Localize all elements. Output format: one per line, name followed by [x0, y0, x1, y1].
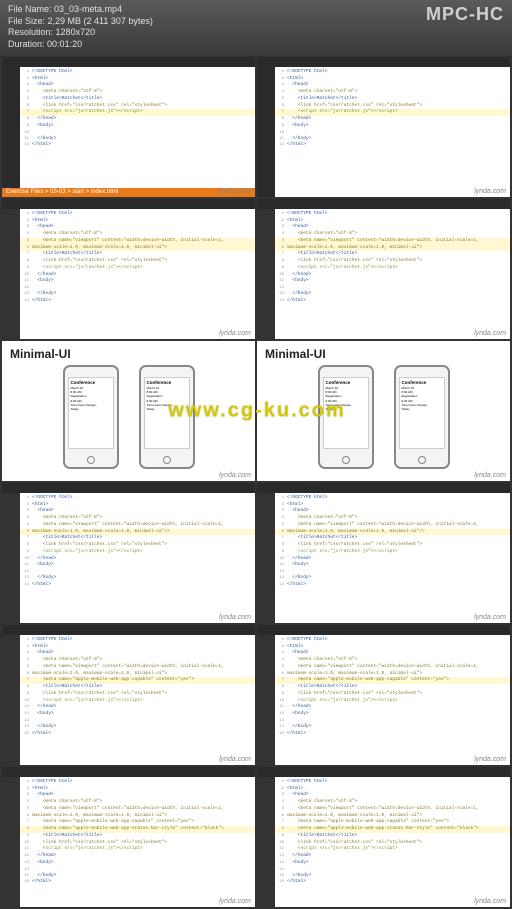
minimal-ui-title: Minimal-UI [10, 347, 247, 361]
phone-screen: Conference March 16 8:00 AM Registration… [68, 377, 114, 449]
phone-screen: Conference March 16 8:00 AM Registration… [399, 377, 445, 449]
logo-watermark: lynda.com [474, 756, 506, 763]
phone-mockup: Conference March 16 8:00 AM Registration… [139, 365, 195, 469]
logo-watermark: lynda.com [219, 614, 251, 621]
home-button-icon [418, 456, 426, 464]
file-name: 03_03-meta.mp4 [54, 4, 122, 14]
code-area: 1<!DOCTYPE html> 2<html> 3 <head> 4 <met… [20, 67, 255, 197]
editor-titlebar [2, 57, 255, 67]
editor-sidebar [2, 493, 20, 623]
editor-sidebar [2, 209, 20, 339]
phone-mockup: Conference March 16 8:00 AM Registration… [394, 365, 450, 469]
editor-sidebar [257, 493, 275, 623]
editor-titlebar [257, 625, 510, 635]
thumbnail-2[interactable]: 1<!DOCTYPE html> 2<html> 3 <head> 4 <met… [257, 57, 510, 197]
editor-sidebar [257, 635, 275, 765]
code-area: 1<!DOCTYPE html> 2<html> 3 <head> 4 <met… [275, 493, 510, 623]
logo-watermark: lynda.com [219, 472, 251, 479]
thumbnail-grid: 1<!DOCTYPE html> 2<html> 3 <head> 4 <met… [0, 55, 512, 909]
breadcrumb-bar: Exercise Files > 03-03 > start > index.h… [2, 188, 255, 197]
thumbnail-12[interactable]: 1<!DOCTYPE html> 2<html> 3 <head> 4 <met… [257, 767, 510, 907]
editor-sidebar [257, 209, 275, 339]
duration-label: Duration: [8, 39, 45, 49]
code-area: 1<!DOCTYPE html> 2<html> 3 <head> 4 <met… [275, 67, 510, 197]
editor-titlebar [257, 483, 510, 493]
phone-mockup: Conference March 16 8:00 AM Registration… [318, 365, 374, 469]
editor-titlebar [257, 57, 510, 67]
logo-watermark: lynda.com [474, 472, 506, 479]
editor-titlebar [2, 483, 255, 493]
minimal-ui-title: Minimal-UI [265, 347, 502, 361]
logo-watermark: lynda.com [219, 898, 251, 905]
resolution: 1280x720 [56, 27, 96, 37]
editor-sidebar [2, 67, 20, 197]
home-button-icon [87, 456, 95, 464]
code-area: 1<!DOCTYPE html> 2<html> 3 <head> 4 <met… [20, 635, 255, 765]
file-name-label: File Name: [8, 4, 52, 14]
thumbnail-11[interactable]: 1<!DOCTYPE html> 2<html> 3 <head> 4 <met… [2, 767, 255, 907]
phone-screen: Conference March 16 8:00 AM Registration… [323, 377, 369, 449]
logo-watermark: lynda.com [219, 756, 251, 763]
thumbnail-10[interactable]: 1<!DOCTYPE html> 2<html> 3 <head> 4 <met… [257, 625, 510, 765]
logo-watermark: lynda.com [474, 188, 506, 195]
editor-titlebar [2, 767, 255, 777]
logo-watermark: lynda.com [474, 614, 506, 621]
logo-watermark: lynda.com [474, 330, 506, 337]
editor-sidebar [2, 635, 20, 765]
home-button-icon [342, 456, 350, 464]
thumbnail-3[interactable]: 1<!DOCTYPE html> 2<html> 3 <head> 4 <met… [2, 199, 255, 339]
logo-watermark: lynda.com [219, 188, 251, 195]
logo-watermark: lynda.com [474, 898, 506, 905]
file-size: 2,29 MB (2 411 307 bytes) [48, 16, 153, 26]
code-area: 1<!DOCTYPE html> 2<html> 3 <head> 4 <met… [20, 493, 255, 623]
code-area: 1<!DOCTYPE html> 2<html> 3 <head> 4 <met… [20, 209, 255, 339]
file-size-label: File Size: [8, 16, 45, 26]
phone-screen: Conference March 16 8:00 AM Registration… [144, 377, 190, 449]
thumbnail-5[interactable]: Minimal-UI Conference March 16 8:00 AM R… [2, 341, 255, 481]
file-metadata: File Name: 03_03-meta.mp4 File Size: 2,2… [8, 4, 153, 51]
code-area: 1<!DOCTYPE html> 2<html> 3 <head> 4 <met… [275, 777, 510, 907]
header-bar: File Name: 03_03-meta.mp4 File Size: 2,2… [0, 0, 512, 55]
editor-titlebar [257, 767, 510, 777]
thumbnail-7[interactable]: 1<!DOCTYPE html> 2<html> 3 <head> 4 <met… [2, 483, 255, 623]
code-area: 1<!DOCTYPE html> 2<html> 3 <head> 4 <met… [275, 209, 510, 339]
editor-sidebar [257, 777, 275, 907]
home-button-icon [163, 456, 171, 464]
code-area: 1<!DOCTYPE html> 2<html> 3 <head> 4 <met… [275, 635, 510, 765]
thumbnail-1[interactable]: 1<!DOCTYPE html> 2<html> 3 <head> 4 <met… [2, 57, 255, 197]
logo-watermark: lynda.com [219, 330, 251, 337]
thumbnail-4[interactable]: 1<!DOCTYPE html> 2<html> 3 <head> 4 <met… [257, 199, 510, 339]
editor-titlebar [2, 625, 255, 635]
phone-mockup: Conference March 16 8:00 AM Registration… [63, 365, 119, 469]
app-title: MPC-HC [426, 4, 504, 25]
editor-sidebar [257, 67, 275, 197]
code-area: 1<!DOCTYPE html> 2<html> 3 <head> 4 <met… [20, 777, 255, 907]
thumbnail-9[interactable]: 1<!DOCTYPE html> 2<html> 3 <head> 4 <met… [2, 625, 255, 765]
editor-sidebar [2, 777, 20, 907]
thumbnail-6[interactable]: Minimal-UI Conference March 16 8:00 AM R… [257, 341, 510, 481]
resolution-label: Resolution: [8, 27, 53, 37]
editor-titlebar [257, 199, 510, 209]
thumbnail-8[interactable]: 1<!DOCTYPE html> 2<html> 3 <head> 4 <met… [257, 483, 510, 623]
editor-titlebar [2, 199, 255, 209]
duration: 00:01:20 [47, 39, 82, 49]
